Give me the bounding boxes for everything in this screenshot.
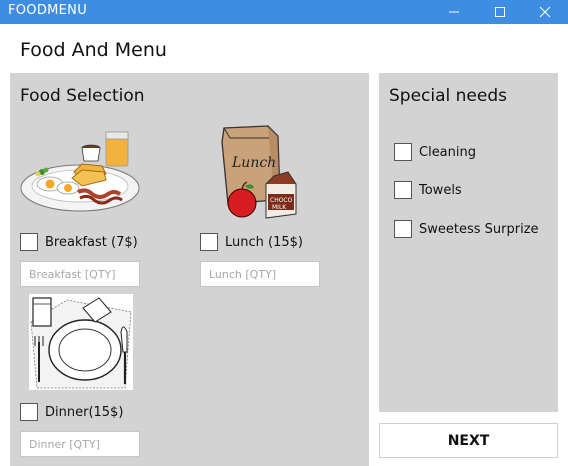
dinner-checkbox[interactable] [20,403,38,421]
minimize-icon [449,11,459,13]
svg-text:MILK: MILK [272,204,287,211]
maximize-button[interactable] [477,0,523,24]
cleaning-label: Cleaning [419,144,476,160]
breakfast-plate-image [20,128,140,214]
lunch-bag-image: Lunch CHOCO MILK [218,122,304,222]
breakfast-qty-input[interactable] [20,261,140,287]
towels-checkbox[interactable] [394,181,412,199]
sweetess-surprize-checkbox[interactable] [394,220,412,238]
special-needs-panel: Special needs [379,73,558,412]
lunch-checkbox[interactable] [200,233,218,251]
cleaning-option[interactable]: Cleaning [394,142,476,162]
svg-text:CHOCO: CHOCO [270,197,293,204]
breakfast-checkbox[interactable] [20,233,38,251]
close-icon [539,6,551,18]
dinner-option[interactable]: Dinner(15$) [20,402,123,422]
dinner-label: Dinner(15$) [45,404,124,420]
svg-text:Lunch: Lunch [231,155,276,171]
minimize-button[interactable] [431,0,477,24]
special-needs-title: Special needs [389,86,507,106]
towels-option[interactable]: Towels [394,180,462,200]
lunch-label: Lunch (15$) [225,234,303,250]
title-bar[interactable]: FOODMENU [0,0,568,24]
breakfast-label: Breakfast (7$) [45,234,138,250]
dinner-qty-input[interactable] [20,431,140,457]
lunch-option[interactable]: Lunch (15$) [200,232,303,252]
sweetess-surprize-label: Sweetess Surprize [419,221,539,237]
app-title: FOODMENU [8,3,88,18]
towels-label: Towels [419,182,462,198]
close-button[interactable] [522,0,568,24]
cleaning-checkbox[interactable] [394,143,412,161]
breakfast-option[interactable]: Breakfast (7$) [20,232,138,252]
page-title: Food And Menu [20,39,167,61]
dinner-plate-image [27,292,135,392]
sweetess-surprize-option[interactable]: Sweetess Surprize [394,219,539,239]
next-button[interactable]: NEXT [379,423,558,458]
maximize-icon [495,7,505,17]
food-selection-title: Food Selection [20,86,145,106]
lunch-qty-input[interactable] [200,261,320,287]
